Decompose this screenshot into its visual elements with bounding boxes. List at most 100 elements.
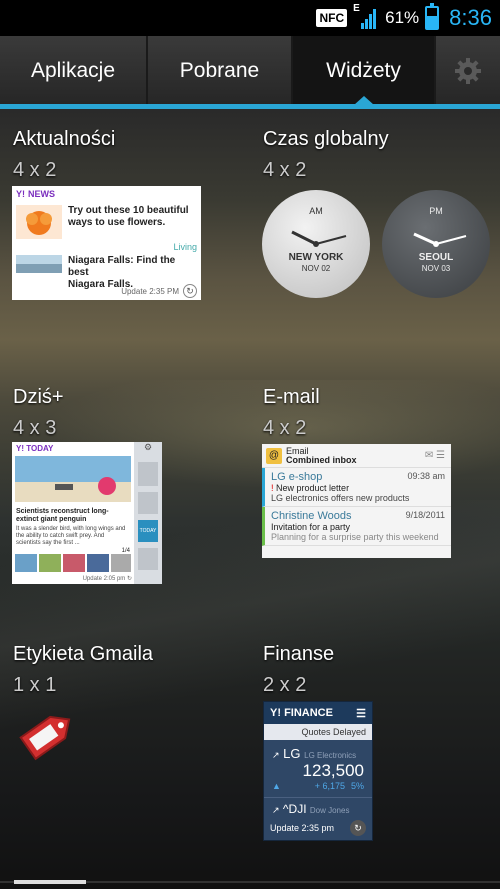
today-sidebar: ⚙ TODAY bbox=[134, 442, 162, 584]
finance-body: ↗ LG LG Electronics 123,500 ▲ + 6,175 5% ↗… bbox=[264, 740, 372, 840]
news-category: Living bbox=[173, 242, 197, 252]
widget-today[interactable]: Dziś+ 4 x 3 bbox=[13, 386, 213, 440]
quote-change: + 6,175 bbox=[314, 781, 345, 791]
email-item: Christine Woods 9/18/2011 Invitation for … bbox=[262, 507, 451, 546]
widget-title: Czas globalny bbox=[263, 128, 389, 150]
chart-icon: ↗ bbox=[272, 750, 280, 760]
quote-percent: 5% bbox=[350, 781, 364, 791]
widget-title: Dziś+ bbox=[13, 386, 64, 408]
today-content: Y! TODAY Scientists reconstruct long-ext… bbox=[12, 442, 134, 584]
tab-bar: Aplikacje Pobrane Widżety bbox=[0, 36, 500, 106]
battery-percent: 61% bbox=[385, 8, 420, 27]
nfc-indicator: NFC bbox=[316, 9, 348, 27]
widget-title: Finanse bbox=[263, 643, 335, 665]
quote-name: Dow Jones bbox=[309, 806, 350, 815]
today-update: Update 2:05 pm ↻ bbox=[82, 576, 132, 582]
active-tab-caret bbox=[354, 96, 374, 105]
gear-icon bbox=[455, 58, 481, 84]
battery-fill bbox=[427, 15, 438, 28]
news-headline: Niagara Falls: Find the best bbox=[68, 255, 176, 278]
widget-size: 4 x 3 bbox=[13, 417, 57, 439]
widget-size: 4 x 2 bbox=[13, 159, 57, 181]
widget-world-clock[interactable]: Czas globalny 4 x 2 bbox=[263, 128, 493, 182]
email-at-icon: @ bbox=[266, 447, 282, 464]
clock-ampm: AM bbox=[309, 206, 323, 216]
signal-icon: E bbox=[353, 3, 379, 31]
finance-footer: Update 2:35 pm ↻ bbox=[270, 820, 366, 836]
widget-news[interactable]: Aktualności 4 x 2 bbox=[13, 128, 213, 182]
email-widget-preview[interactable]: @ Email Combined inbox ✉ ☰ LG e-shop 09:38… bbox=[262, 444, 451, 558]
widget-size: 4 x 2 bbox=[263, 417, 307, 439]
refresh-icon: ↻ bbox=[126, 576, 132, 582]
email-time: 09:38 am bbox=[407, 471, 445, 481]
today-header: Y! TODAY bbox=[12, 442, 134, 456]
quote-name: LG Electronics bbox=[304, 751, 357, 760]
finance-widget-preview[interactable]: Y! FINANCE ☰ Quotes Delayed ↗ LG LG Elec… bbox=[263, 701, 373, 841]
battery-icon bbox=[425, 3, 440, 30]
widget-size: 4 x 2 bbox=[263, 159, 307, 181]
waterfall-thumbnail-icon bbox=[16, 255, 62, 273]
news-item: Try out these 10 beautiful ways to use f… bbox=[12, 202, 201, 242]
refresh-icon: ↻ bbox=[350, 820, 366, 836]
email-from: LG e-shop bbox=[271, 471, 323, 483]
finance-brand: FINANCE bbox=[284, 707, 333, 719]
widget-gmail-label[interactable]: Etykieta Gmaila 1 x 1 bbox=[13, 643, 213, 697]
email-item: LG e-shop 09:38 am ! New product letter L… bbox=[262, 468, 451, 507]
today-body: It was a slender bird, with long wings a… bbox=[16, 526, 126, 546]
widget-title: Aktualności bbox=[13, 128, 116, 150]
flower-thumbnail-icon bbox=[16, 205, 62, 239]
clock-city: NEW YORK bbox=[288, 252, 344, 263]
email-inbox-name: Combined inbox bbox=[286, 454, 357, 465]
finance-update: Update 2:35 pm bbox=[270, 823, 335, 833]
weather-icon bbox=[138, 462, 158, 486]
widget-title: E-mail bbox=[263, 386, 320, 408]
news-header: Y! NEWS bbox=[12, 186, 201, 202]
network-type: E bbox=[353, 3, 360, 14]
today-widget-preview[interactable]: Y! TODAY Scientists reconstruct long-ext… bbox=[12, 442, 162, 584]
clock-date: NOV 02 bbox=[301, 264, 331, 273]
email-from: Christine Woods bbox=[271, 510, 352, 522]
quote-symbol: ^DJI bbox=[282, 802, 307, 816]
quote-symbol: LG bbox=[283, 746, 301, 761]
news-widget-preview[interactable]: Y! NEWS Try out these 10 beautiful ways … bbox=[12, 186, 201, 300]
gmail-label-tag-icon[interactable] bbox=[14, 702, 80, 768]
settings-button[interactable] bbox=[436, 36, 500, 106]
finance-header: Y! FINANCE ☰ bbox=[264, 702, 372, 724]
grid-icon bbox=[138, 492, 158, 514]
refresh-icon: ↻ bbox=[183, 284, 197, 298]
tab-apps[interactable]: Aplikacje bbox=[0, 36, 148, 106]
clock-city: SEOUL bbox=[418, 252, 454, 263]
status-clock: 8:36 bbox=[449, 5, 492, 30]
news-update-time: Update 2:35 PM bbox=[121, 286, 179, 296]
today-brand: TODAY bbox=[26, 444, 54, 453]
yahoo-logo-icon: Y! bbox=[270, 707, 281, 719]
tab-downloads[interactable]: Pobrane bbox=[148, 36, 293, 106]
up-arrow-icon: ▲ bbox=[272, 781, 281, 791]
news-footer: Update 2:35 PM ↻ bbox=[121, 284, 197, 298]
clock-new-york[interactable]: AM NEW YORK NOV 02 bbox=[262, 190, 370, 298]
widget-size: 1 x 1 bbox=[13, 674, 57, 696]
list-icon bbox=[138, 548, 158, 570]
beach-photo-icon bbox=[15, 456, 131, 502]
chart-icon: ↗ bbox=[272, 805, 280, 815]
status-bar: NFC E 61% 8:36 bbox=[0, 0, 500, 36]
finance-subheader: Quotes Delayed bbox=[264, 724, 372, 740]
gear-icon: ⚙ bbox=[143, 442, 153, 452]
widget-title: Etykieta Gmaila bbox=[13, 643, 154, 665]
widget-email[interactable]: E-mail 4 x 2 bbox=[263, 386, 493, 440]
email-header: @ Email Combined inbox ✉ ☰ bbox=[262, 444, 451, 468]
yahoo-logo-icon: Y! bbox=[16, 444, 24, 453]
page-indicator bbox=[14, 880, 86, 884]
today-thumbnails-icon bbox=[15, 554, 131, 572]
email-snippet: Planning for a surprise party this weeke… bbox=[271, 532, 439, 542]
news-brand: NEWS bbox=[28, 189, 55, 199]
clock-seoul[interactable]: PM SEOUL NOV 03 bbox=[382, 190, 490, 298]
email-subject: New product letter bbox=[276, 483, 350, 493]
email-snippet: LG electronics offers new products bbox=[271, 493, 410, 503]
important-icon: ! bbox=[271, 483, 274, 493]
quote-value: 123,500 bbox=[302, 761, 364, 780]
widget-finance[interactable]: Finanse 2 x 2 bbox=[263, 643, 493, 697]
email-time: 9/18/2011 bbox=[405, 510, 445, 520]
clock-date: NOV 03 bbox=[421, 264, 451, 273]
yahoo-logo-icon: Y! bbox=[16, 189, 25, 199]
